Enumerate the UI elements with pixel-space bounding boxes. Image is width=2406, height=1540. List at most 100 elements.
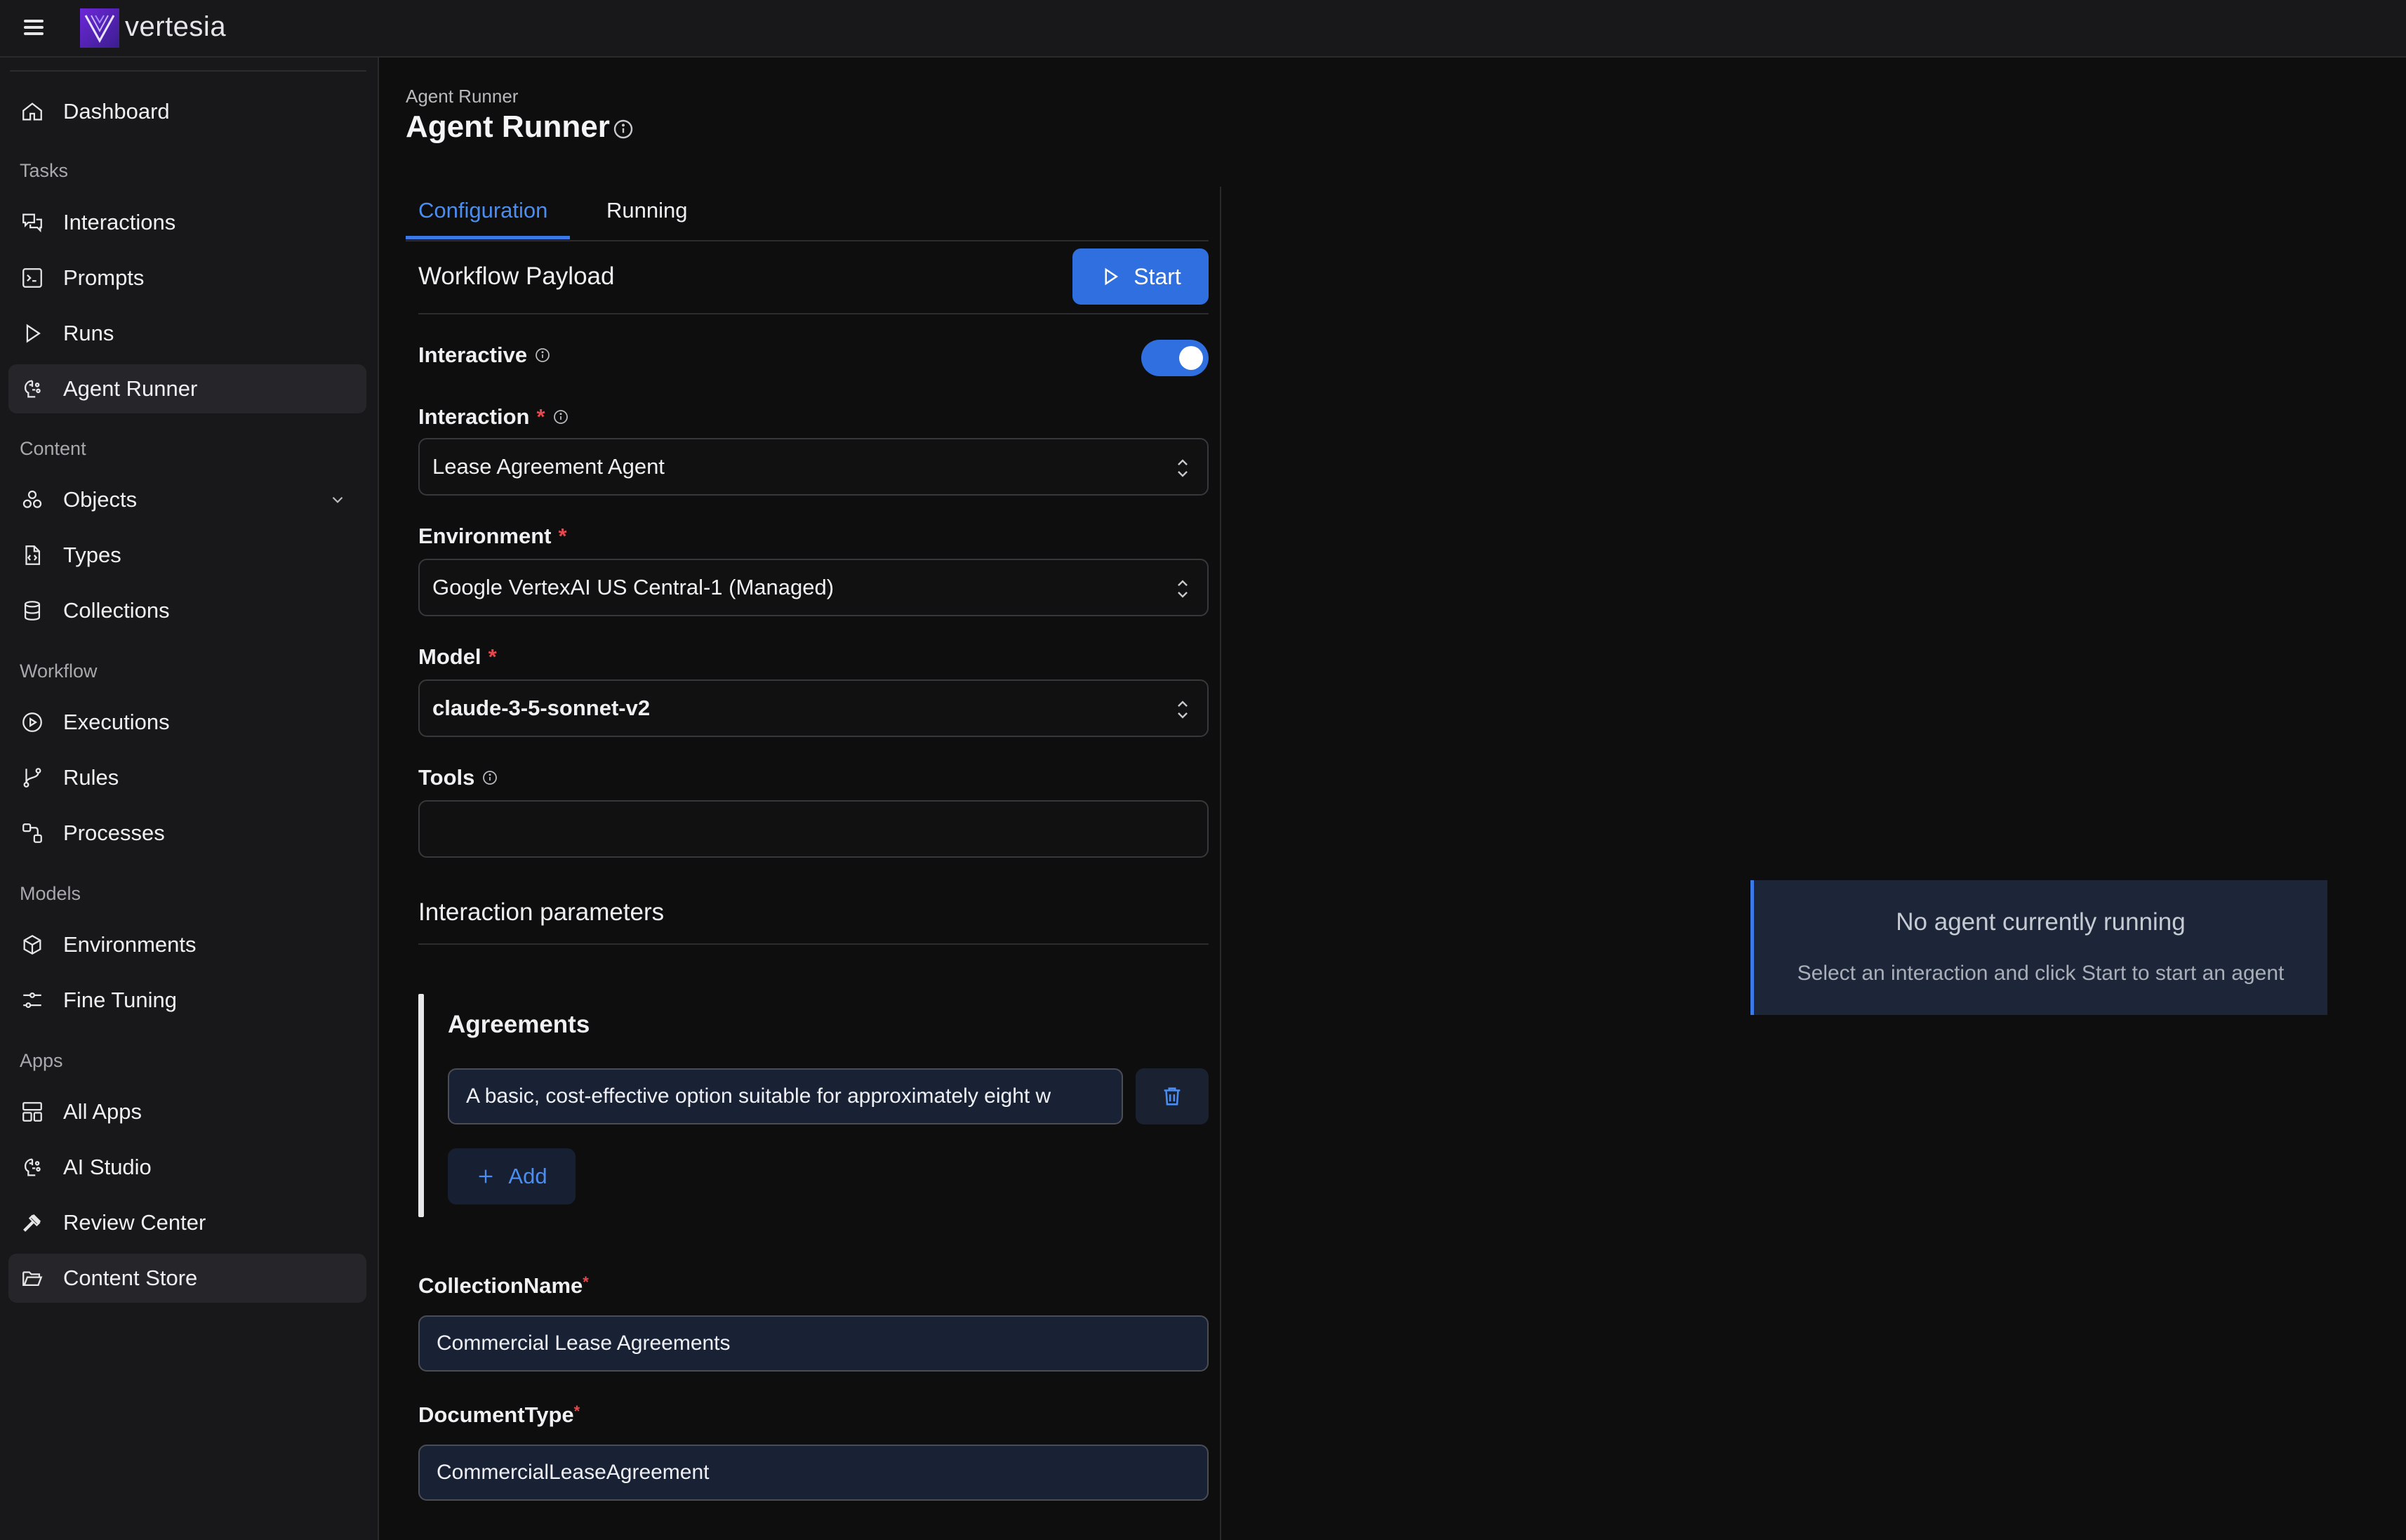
environment-label-text: Environment — [418, 524, 552, 548]
sidebar-item-collections[interactable]: Collections — [8, 586, 366, 635]
required-mark: * — [558, 524, 567, 548]
sidebar-item-label: AI Studio — [63, 1155, 152, 1179]
sidebar-item-dashboard[interactable]: Dashboard — [8, 87, 366, 136]
sliders-icon — [20, 988, 45, 1013]
model-label: Model * — [418, 644, 497, 670]
sidebar-item-environments[interactable]: Environments — [8, 920, 366, 969]
sidebar-item-label: Dashboard — [63, 99, 170, 124]
interaction-label: Interaction * — [418, 404, 569, 430]
workflow-payload-title: Workflow Payload — [418, 263, 615, 290]
add-button-label: Add — [508, 1164, 547, 1188]
brain-icon — [20, 376, 45, 401]
document-type-input[interactable]: CommercialLeaseAgreement — [418, 1445, 1209, 1501]
menu-icon[interactable] — [24, 20, 44, 35]
sidebar-item-label: Runs — [63, 321, 114, 345]
sidebar-item-label: Prompts — [63, 265, 145, 290]
sidebar-item-label: Interactions — [63, 210, 176, 234]
required-mark: * — [488, 644, 497, 669]
payload-divider — [418, 313, 1209, 314]
home-icon — [20, 99, 45, 124]
model-select[interactable]: claude-3-5-sonnet-v2 — [418, 679, 1209, 737]
sidebar-item-prompts[interactable]: Prompts — [8, 253, 366, 303]
environment-select[interactable]: Google VertexAI US Central-1 (Managed) — [418, 559, 1209, 616]
interaction-select-value: Lease Agreement Agent — [432, 454, 665, 479]
sidebar-item-interactions[interactable]: Interactions — [8, 198, 366, 247]
start-button[interactable]: Start — [1072, 248, 1209, 305]
start-button-label: Start — [1134, 263, 1181, 289]
sidebar-item-label: Review Center — [63, 1210, 206, 1235]
tabs-divider — [406, 240, 1209, 241]
sidebar-divider — [10, 70, 366, 72]
column-divider — [1220, 187, 1221, 1540]
status-title: No agent currently running — [1896, 908, 2186, 936]
sidebar-item-executions[interactable]: Executions — [8, 698, 366, 747]
sidebar-item-runs[interactable]: Runs — [8, 309, 366, 358]
agreements-group-bar — [418, 994, 424, 1217]
chevron-up-down-icon — [1178, 459, 1188, 477]
page-title: Agent Runner — [406, 109, 610, 144]
section-label-content: Content — [20, 438, 86, 459]
trash-icon — [1164, 1087, 1181, 1106]
tab-configuration[interactable]: Configuration — [418, 198, 547, 223]
sidebar-item-content-store[interactable]: Content Store — [8, 1254, 366, 1303]
required-mark: * — [573, 1402, 580, 1420]
sidebar-item-label: Agent Runner — [63, 376, 198, 401]
agent-status-panel: No agent currently running Select an int… — [1750, 880, 2327, 1015]
status-subtitle: Select an interaction and click Start to… — [1797, 962, 2285, 985]
chat-icon — [20, 210, 45, 235]
sidebar-item-label: Fine Tuning — [63, 988, 177, 1012]
sidebar-item-all-apps[interactable]: All Apps — [8, 1087, 366, 1136]
chevron-up-down-icon — [1178, 701, 1188, 719]
sidebar-item-objects[interactable]: Objects — [8, 475, 366, 524]
info-icon[interactable] — [534, 347, 551, 364]
sidebar-item-rules[interactable]: Rules — [8, 753, 366, 802]
sidebar-item-review-center[interactable]: Review Center — [8, 1198, 366, 1247]
environment-select-value: Google VertexAI US Central-1 (Managed) — [432, 575, 835, 599]
sidebar-item-label: Collections — [63, 598, 170, 623]
interaction-select[interactable]: Lease Agreement Agent — [418, 438, 1209, 496]
play-icon — [1105, 267, 1119, 286]
layout-icon — [20, 1099, 45, 1124]
active-tab-indicator — [406, 236, 570, 239]
agreement-input[interactable]: A basic, cost-effective option suitable … — [448, 1068, 1123, 1124]
gavel-icon — [20, 1210, 45, 1235]
brain-icon — [20, 1155, 45, 1180]
sidebar-item-label: Processes — [63, 821, 165, 845]
plus-icon — [479, 1169, 493, 1183]
file-code-icon — [20, 543, 45, 568]
delete-agreement-button[interactable] — [1136, 1068, 1209, 1124]
interactive-toggle[interactable] — [1141, 340, 1209, 376]
collection-name-label-text: CollectionName — [418, 1273, 583, 1298]
add-agreement-button[interactable]: Add — [448, 1148, 576, 1204]
info-icon[interactable] — [481, 769, 498, 786]
git-branch-icon — [20, 765, 45, 790]
breadcrumb[interactable]: Agent Runner — [406, 86, 518, 107]
tools-input[interactable] — [418, 800, 1209, 858]
folder-open-icon — [20, 1266, 45, 1291]
vertesia-logo-icon — [80, 8, 119, 48]
sidebar-item-processes[interactable]: Processes — [8, 809, 366, 858]
sidebar-item-ai-studio[interactable]: AI Studio — [8, 1143, 366, 1192]
tab-running[interactable]: Running — [606, 198, 687, 223]
sidebar-item-label: Executions — [63, 710, 170, 734]
play-circle-icon — [20, 710, 45, 735]
chevron-down-icon[interactable] — [328, 491, 347, 509]
required-mark: * — [583, 1273, 589, 1291]
sidebar-item-label: Environments — [63, 932, 197, 957]
objects-icon — [20, 487, 45, 512]
sidebar-item-label: All Apps — [63, 1099, 142, 1124]
chevron-up-down-icon — [1178, 580, 1188, 598]
top-bar: vertesia — [0, 0, 2406, 58]
box-icon — [20, 932, 45, 957]
info-icon[interactable] — [552, 409, 569, 425]
sidebar-item-fine-tuning[interactable]: Fine Tuning — [8, 976, 366, 1025]
interactive-label-text: Interactive — [418, 343, 528, 367]
info-icon[interactable] — [612, 118, 634, 140]
environment-label: Environment * — [418, 524, 567, 549]
sidebar-item-agent-runner[interactable]: Agent Runner — [8, 364, 366, 413]
sidebar-item-types[interactable]: Types — [8, 531, 366, 580]
sidebar-item-label: Rules — [63, 765, 119, 790]
sidebar-item-label: Types — [63, 543, 121, 567]
collection-name-input[interactable]: Commercial Lease Agreements — [418, 1315, 1209, 1372]
model-select-value: claude-3-5-sonnet-v2 — [432, 696, 651, 720]
